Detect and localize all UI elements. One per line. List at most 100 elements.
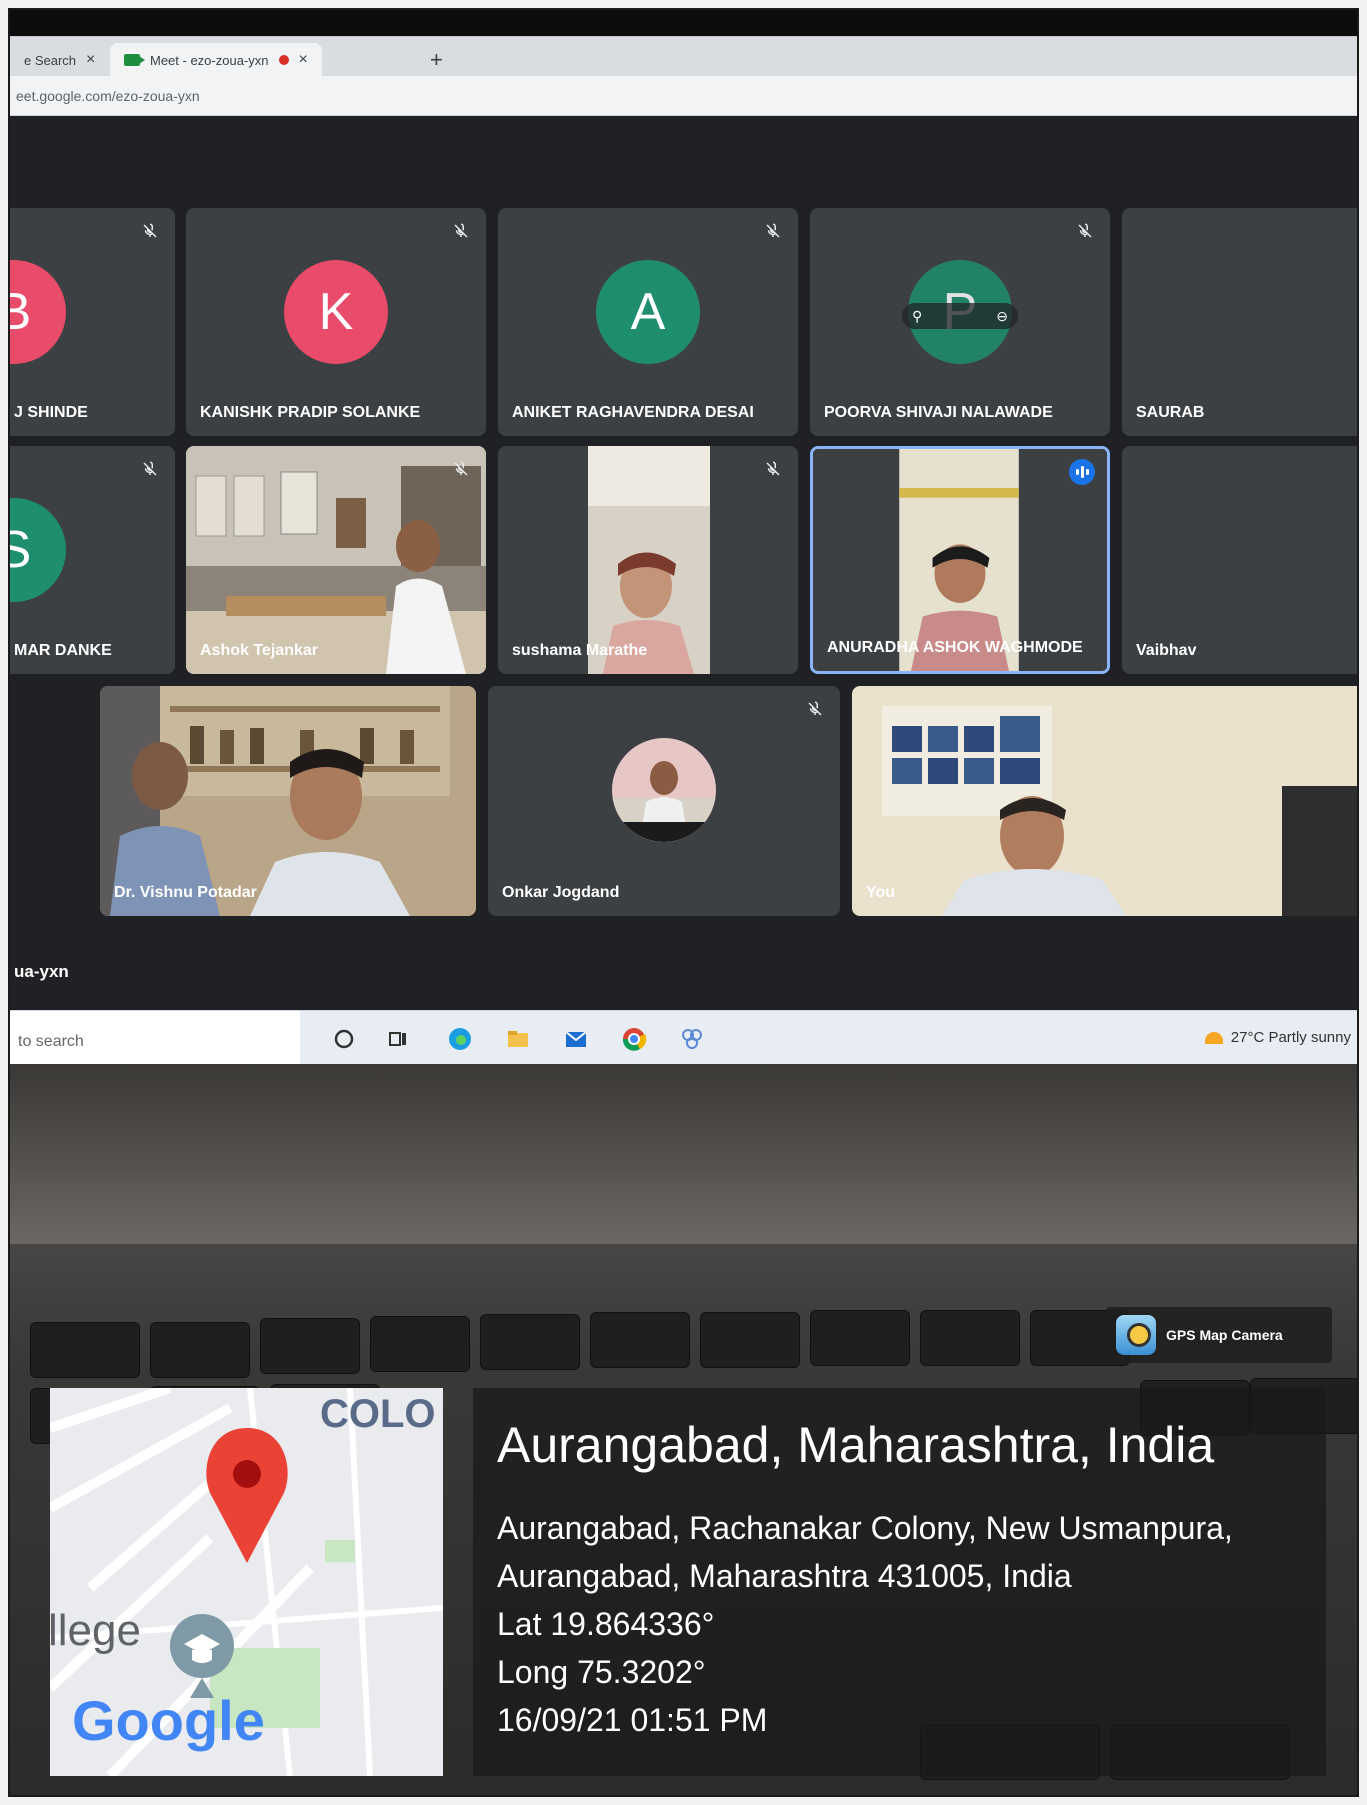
keyboard-key (30, 1322, 140, 1378)
location-title: Aurangabad, Maharashtra, India (497, 1417, 1215, 1473)
participant-name: You (866, 884, 896, 901)
url-text: eet.google.com/ezo-zoua-yxn (16, 88, 200, 104)
participant-video-tile[interactable]: Dr. Vishnu Potadar (100, 686, 476, 916)
app-name: GPS Map Camera (1166, 1327, 1283, 1343)
search-placeholder: to search (18, 1033, 84, 1050)
participant-tile[interactable]: S MAR DANKE (10, 446, 175, 674)
participant-video (186, 446, 486, 674)
app-icon[interactable] (678, 1025, 706, 1053)
participant-name: Onkar Jogdand (502, 884, 620, 901)
location-info-card: Aurangabad, Maharashtra, India Aurangaba… (473, 1388, 1326, 1776)
keyboard-key (370, 1316, 470, 1372)
cortana-icon[interactable] (330, 1025, 358, 1053)
participant-tile[interactable]: B J SHINDE (10, 208, 175, 436)
gps-map-camera-logo-icon (1116, 1315, 1156, 1355)
address-line-1: Aurangabad, Rachanakar Colony, New Usman… (497, 1510, 1233, 1546)
participant-name: MAR DANKE (14, 642, 112, 659)
participant-name: Vaibhav (1136, 642, 1197, 659)
mic-off-icon (450, 220, 472, 242)
participant-name: POORVA SHIVAJI NALAWADE (824, 404, 1053, 421)
keyboard-key (810, 1310, 910, 1366)
weather-widget[interactable]: 27°C Partly sunny (1204, 1029, 1351, 1046)
participant-video (498, 446, 798, 674)
latitude: Lat 19.864336° (497, 1606, 715, 1642)
tab-search[interactable]: e Search × (10, 43, 109, 77)
participant-video-tile[interactable]: sushama Marathe (498, 446, 798, 674)
photo-frame: e Search × Meet - ezo-zoua-yxn × + eet.g… (8, 8, 1359, 1797)
mic-off-icon (139, 220, 161, 242)
keyboard-key (150, 1322, 250, 1378)
task-view-icon[interactable] (384, 1025, 412, 1053)
partly-sunny-icon (1204, 1031, 1223, 1044)
meet-grid: B J SHINDE K KANISHK PRADIP SOLANKE A AN… (10, 116, 1357, 1066)
self-video-tile[interactable]: You (852, 686, 1357, 916)
address-bar[interactable]: eet.google.com/ezo-zoua-yxn (10, 76, 1357, 116)
participant-tile[interactable]: A ANIKET RAGHAVENDRA DESAI (498, 208, 798, 436)
longitude: Long 75.3202° (497, 1654, 706, 1690)
new-tab-button[interactable]: + (430, 47, 443, 73)
pin-icon[interactable]: ⚲ (912, 308, 922, 325)
mic-off-icon (762, 458, 784, 480)
participant-name: sushama Marathe (512, 642, 648, 659)
participant-video-tile-active-speaker[interactable]: ANURADHA ASHOK WAGHMODE (810, 446, 1110, 674)
avatar: K (284, 260, 388, 364)
tile-hover-controls[interactable]: ⚲ ⊖ (902, 303, 1018, 329)
google-logo: Google (72, 1688, 265, 1753)
meeting-code: ua-yxn (14, 962, 69, 981)
tab-label: Meet - ezo-zoua-yxn (150, 52, 269, 68)
tab-meet[interactable]: Meet - ezo-zoua-yxn × (110, 43, 322, 77)
chrome-icon[interactable] (620, 1025, 648, 1053)
gps-map-camera-badge: GPS Map Camera (1106, 1307, 1332, 1363)
participant-video (813, 449, 1107, 671)
file-explorer-icon[interactable] (504, 1025, 532, 1053)
avatar-initial: S (10, 520, 31, 580)
participant-tile[interactable]: P ⚲ ⊖ POORVA SHIVAJI NALAWADE (810, 208, 1110, 436)
avatar: A (596, 260, 700, 364)
tab-label: e Search (24, 52, 77, 68)
participant-tile[interactable]: SAURAB (1122, 208, 1357, 436)
participant-avatar-photo (612, 738, 716, 842)
participant-name: Ashok Tejankar (200, 642, 318, 659)
participant-video-tile[interactable]: Ashok Tejankar (186, 446, 486, 674)
close-icon[interactable]: × (299, 51, 308, 69)
participant-name: Dr. Vishnu Potadar (114, 884, 257, 901)
keyboard-key (480, 1314, 580, 1370)
close-icon[interactable]: × (86, 51, 95, 69)
map-label-college: llege (50, 1606, 141, 1655)
mic-off-icon (804, 698, 826, 720)
keyboard-key (700, 1312, 800, 1368)
avatar-initial: A (630, 283, 666, 341)
participant-tile[interactable]: Vaibhav (1122, 446, 1357, 674)
avatar-initial: K (318, 283, 354, 341)
avatar: S (10, 498, 66, 602)
weather-text: 27°C Partly sunny (1230, 1029, 1351, 1046)
edge-browser-icon[interactable] (446, 1025, 474, 1053)
avatar-initial: B (10, 282, 31, 342)
participant-name: ANIKET RAGHAVENDRA DESAI (512, 404, 754, 421)
meet-favicon-icon (124, 54, 145, 66)
participant-tile[interactable]: K KANISHK PRADIP SOLANKE (186, 208, 486, 436)
keyboard-key (920, 1310, 1020, 1366)
participant-tile[interactable]: Onkar Jogdand (488, 686, 840, 916)
avatar: B (10, 260, 66, 364)
mail-icon[interactable] (562, 1025, 590, 1053)
participant-name: SAURAB (1136, 404, 1205, 421)
mic-off-icon (450, 458, 472, 480)
google-logo-text: Google (72, 1689, 265, 1752)
windows-taskbar: to search 27°C Partly sunny (10, 1010, 1357, 1065)
participant-video (852, 686, 1357, 916)
location-map: COLO llege Google (50, 1388, 443, 1776)
address-line-2: Aurangabad, Maharashtra 431005, India (497, 1558, 1072, 1594)
recording-dot-icon (278, 55, 289, 65)
taskbar-search-input[interactable]: to search (10, 1011, 300, 1065)
participant-name: ANURADHA ASHOK WAGHMODE (827, 639, 1083, 656)
laptop-bezel (10, 1064, 1357, 1244)
keyboard-key (260, 1318, 360, 1374)
remove-icon[interactable]: ⊖ (996, 308, 1008, 325)
mic-off-icon (1074, 220, 1096, 242)
datetime: 16/09/21 01:51 PM (497, 1702, 768, 1738)
mic-off-icon (139, 458, 161, 480)
keyboard-key (590, 1312, 690, 1368)
browser-tab-bar: e Search × Meet - ezo-zoua-yxn × + (10, 36, 1357, 77)
mic-off-icon (762, 220, 784, 242)
